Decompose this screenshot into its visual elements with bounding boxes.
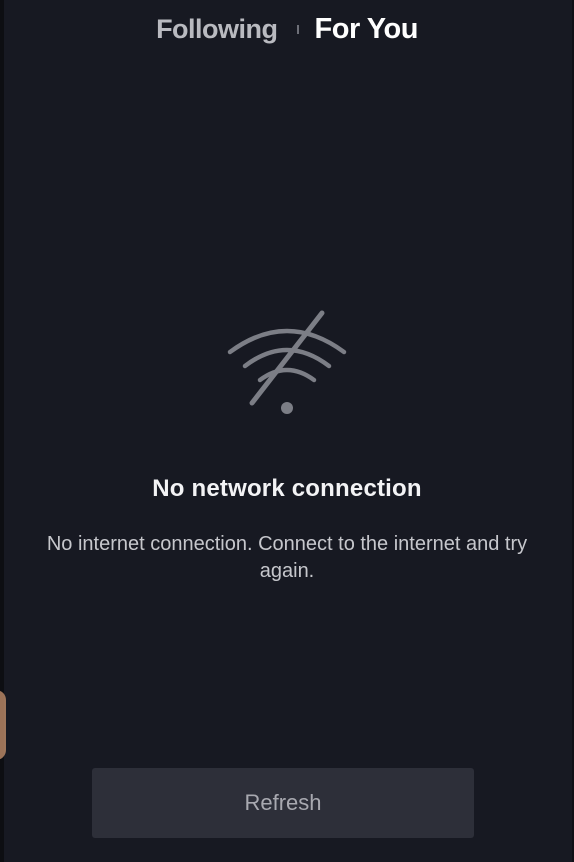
wifi-off-icon	[227, 310, 347, 414]
feed-tabs: Following For You	[0, 0, 574, 58]
no-network-screen: Following For You No network connection …	[0, 0, 574, 862]
empty-state: No network connection No internet connec…	[0, 300, 574, 585]
error-title: No network connection	[152, 475, 422, 502]
finger-edge	[0, 690, 6, 760]
refresh-button[interactable]: Refresh	[92, 768, 474, 838]
tab-following[interactable]: Following	[156, 14, 278, 45]
error-message: No internet connection. Connect to the i…	[46, 533, 528, 582]
tab-for-you[interactable]: For You	[315, 13, 419, 46]
tab-divider	[296, 24, 299, 34]
